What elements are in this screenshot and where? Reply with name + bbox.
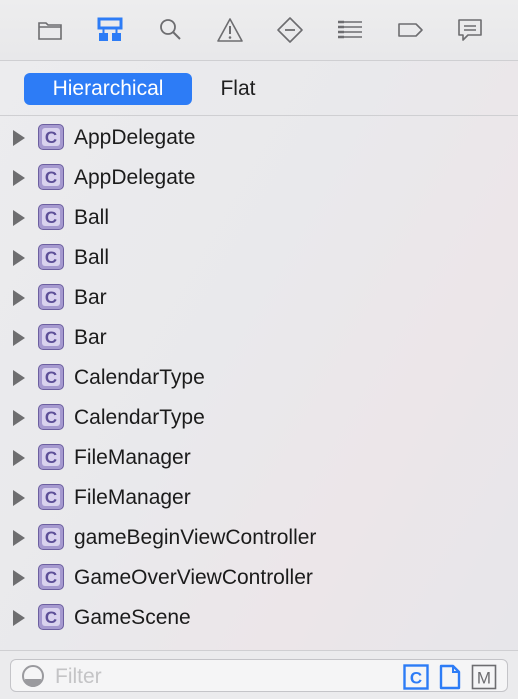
disclosure-triangle-icon[interactable]: [13, 370, 25, 386]
list-item-label: FileManager: [74, 486, 191, 509]
filter-input[interactable]: [53, 663, 387, 691]
list-item-label: AppDelegate: [74, 166, 196, 189]
list-item[interactable]: C Ball: [0, 238, 518, 278]
warning-icon[interactable]: [213, 14, 247, 46]
search-icon[interactable]: [153, 14, 187, 46]
folder-icon[interactable]: [33, 14, 67, 46]
list-item[interactable]: C GameScene: [0, 598, 518, 638]
list-item[interactable]: C CalendarType: [0, 358, 518, 398]
disclosure-triangle-icon[interactable]: [13, 330, 25, 346]
list-item-label: CalendarType: [74, 366, 205, 389]
list-item[interactable]: C Bar: [0, 318, 518, 358]
list-item[interactable]: C gameBeginViewController: [0, 518, 518, 558]
list-item-label: CalendarType: [74, 406, 205, 429]
class-icon: C: [38, 404, 64, 430]
list-item[interactable]: C CalendarType: [0, 398, 518, 438]
class-icon: C: [38, 124, 64, 150]
list-item-label: AppDelegate: [74, 126, 196, 149]
list-item-label: FileManager: [74, 446, 191, 469]
hierarchy-icon[interactable]: [93, 14, 127, 46]
list-item-label: Bar: [74, 286, 107, 309]
class-icon: C: [38, 604, 64, 630]
disclosure-triangle-icon[interactable]: [13, 410, 25, 426]
class-icon: C: [38, 204, 64, 230]
list-item-label: Ball: [74, 246, 110, 269]
list-item-label: Bar: [74, 326, 107, 349]
list-item[interactable]: C FileManager: [0, 438, 518, 478]
disclosure-triangle-icon[interactable]: [13, 490, 25, 506]
list-item-label: GameOverViewController: [74, 566, 313, 589]
disclosure-triangle-icon[interactable]: [13, 290, 25, 306]
disclosure-triangle-icon[interactable]: [13, 210, 25, 226]
segment-hierarchical[interactable]: Hierarchical: [24, 73, 192, 105]
class-scope-button[interactable]: C: [403, 664, 429, 690]
disclosure-triangle-icon[interactable]: [13, 570, 25, 586]
list-item-label: GameScene: [74, 606, 191, 629]
disclosure-triangle-icon[interactable]: [13, 250, 25, 266]
disclosure-triangle-icon[interactable]: [13, 170, 25, 186]
list-item[interactable]: C Bar: [0, 278, 518, 318]
list-item[interactable]: C Ball: [0, 198, 518, 238]
class-icon: C: [38, 484, 64, 510]
list-icon[interactable]: [333, 14, 367, 46]
filter-icon[interactable]: [21, 664, 45, 688]
filter-bar: C M: [0, 650, 518, 699]
member-scope-label: M: [477, 669, 491, 688]
disclosure-triangle-icon[interactable]: [13, 530, 25, 546]
disclosure-triangle-icon[interactable]: [13, 450, 25, 466]
class-icon: C: [38, 364, 64, 390]
disclosure-triangle-icon[interactable]: [13, 130, 25, 146]
speech-bubble-icon[interactable]: [453, 14, 487, 46]
class-icon: C: [38, 524, 64, 550]
symbol-list: C AppDelegate C AppDelegate C Ball C Bal…: [0, 118, 518, 652]
filter-field: C M: [10, 659, 508, 692]
segment-flat[interactable]: Flat: [202, 73, 274, 105]
list-item[interactable]: C AppDelegate: [0, 118, 518, 158]
list-item-label: gameBeginViewController: [74, 526, 317, 549]
class-icon: C: [38, 324, 64, 350]
list-item-label: Ball: [74, 206, 110, 229]
class-icon: C: [38, 244, 64, 270]
class-icon: C: [38, 444, 64, 470]
class-scope-label: C: [410, 669, 422, 688]
navigator-toolbar: [0, 0, 518, 61]
class-icon: C: [38, 164, 64, 190]
list-item[interactable]: C FileManager: [0, 478, 518, 518]
list-item[interactable]: C GameOverViewController: [0, 558, 518, 598]
breakpoint-diamond-icon[interactable]: [273, 14, 307, 46]
list-item[interactable]: C AppDelegate: [0, 158, 518, 198]
class-icon: C: [38, 564, 64, 590]
tag-icon[interactable]: [393, 14, 427, 46]
member-scope-button[interactable]: M: [471, 664, 497, 690]
disclosure-triangle-icon[interactable]: [13, 610, 25, 626]
view-mode-bar: Hierarchical Flat: [0, 61, 518, 116]
file-scope-button[interactable]: [437, 664, 463, 690]
class-icon: C: [38, 284, 64, 310]
